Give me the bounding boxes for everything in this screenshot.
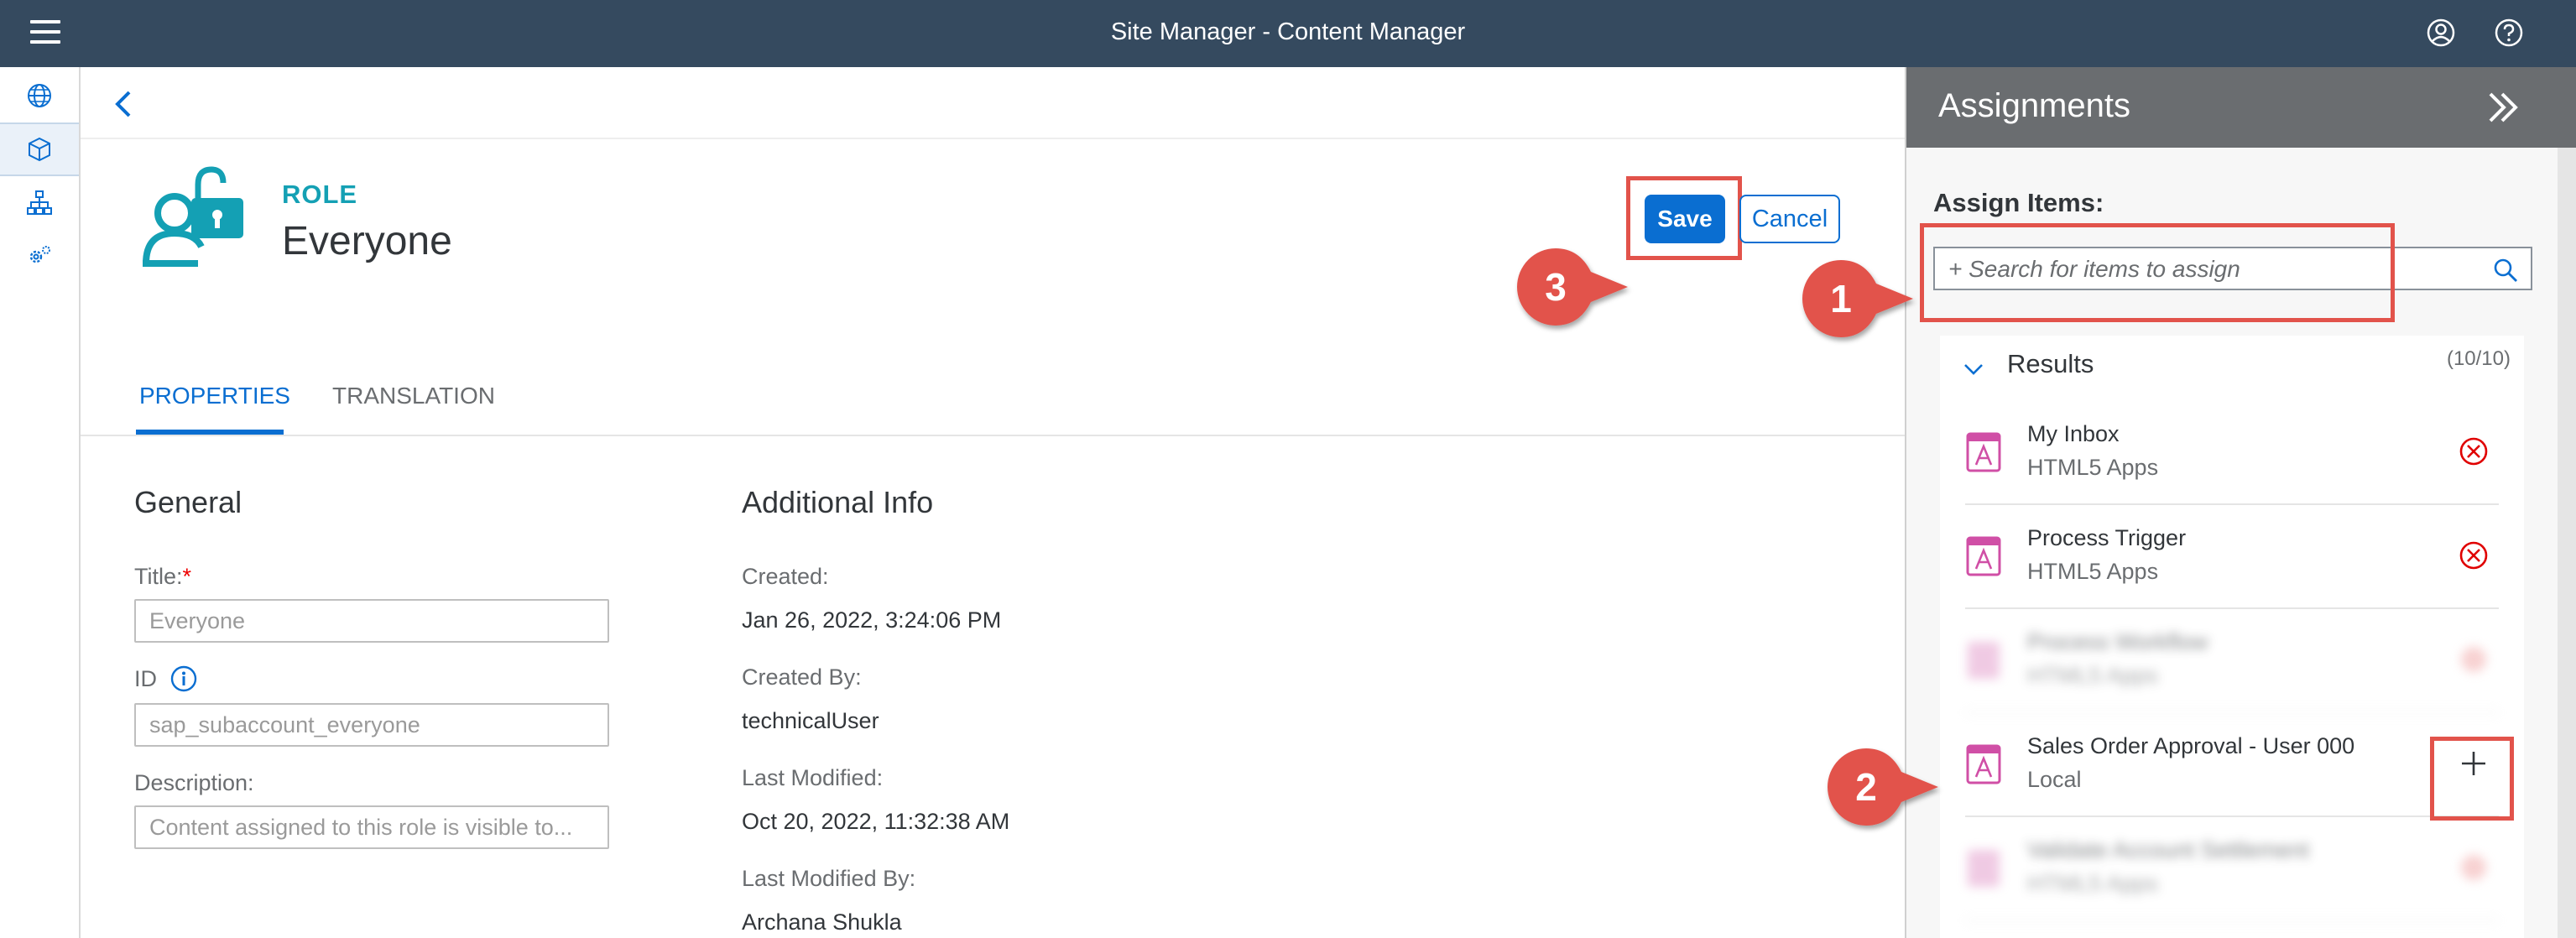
created-label: Created: [742,564,829,589]
html5-app-icon [1965,639,2002,681]
last-modified-by-value: Archana Shukla [742,909,902,935]
add-highlight-box [2430,737,2514,821]
nav-settings-gear-icon[interactable] [0,230,79,284]
additional-info-title: Additional Info [742,485,934,519]
item-subtitle: HTML5 Apps [2027,871,2159,896]
properties-content: General Title:* Everyone ID sap_subaccou… [81,436,1905,938]
tab-properties[interactable]: PROPERTIES [139,383,290,409]
html5-app-icon [1965,847,2002,889]
assign-items-label: Assign Items: [1933,188,2104,217]
tab-translation[interactable]: TRANSLATION [332,383,495,409]
results-title: Results [2007,349,2094,378]
created-by-label: Created By: [742,664,862,690]
html5-app-icon [1965,535,2002,577]
callout-number: 1 [1830,277,1852,320]
nav-sites-globe-icon[interactable] [0,69,79,122]
list-item[interactable]: Validate Account Settlement HTML5 Apps [1965,819,2499,921]
required-marker: * [182,564,192,589]
item-title: Sales Order Approval - User 000 [2027,733,2355,758]
collapse-panel-icon[interactable] [2485,89,2522,126]
remove-icon[interactable] [2457,539,2490,572]
html5-app-icon [1965,431,2002,473]
remove-icon[interactable] [2457,643,2490,676]
html5-app-icon [1965,743,2002,785]
item-title: My Inbox [2027,421,2120,446]
description-input[interactable]: Content assigned to this role is visible… [134,805,609,849]
back-icon[interactable] [111,87,138,121]
assignments-panel: Assignments Assign Items: Results (10/10… [1905,67,2576,938]
chevron-down-icon[interactable] [1962,357,1985,381]
save-button[interactable]: Save [1645,195,1725,243]
created-by-value: technicalUser [742,708,879,733]
id-field-label: ID [134,666,157,691]
last-modified-by-label: Last Modified By: [742,866,916,891]
last-modified-label: Last Modified: [742,765,884,790]
last-modified-value: Oct 20, 2022, 11:32:38 AM [742,809,1010,834]
app-title: Site Manager - Content Manager [1110,18,1466,45]
user-icon[interactable] [2425,17,2457,49]
item-title: Validate Account Settlement [2027,837,2309,862]
help-icon[interactable] [2493,17,2525,49]
title-field-label: Title:* [134,564,191,590]
item-subtitle: Local [2027,767,2082,792]
panel-scrollbar[interactable] [2558,148,2576,938]
callout-1: 1 [1799,257,1916,341]
list-item[interactable]: Process Trigger HTML5 Apps [1965,507,2499,609]
page-title: Everyone [282,219,452,263]
results-list: Results (10/10) My Inbox HTML5 Apps Proc… [1940,336,2524,938]
nav-hierarchy-icon[interactable] [0,176,79,230]
created-value: Jan 26, 2022, 3:24:06 PM [742,607,1002,633]
remove-icon[interactable] [2457,435,2490,468]
assignments-title: Assignments [1938,87,2130,124]
callout-number: 2 [1855,765,1877,809]
object-type-label: ROLE [282,180,358,209]
item-subtitle: HTML5 Apps [2027,559,2159,584]
search-highlight-box [1920,223,2395,322]
item-subtitle: HTML5 Apps [2027,455,2159,480]
callout-number: 3 [1545,265,1567,309]
callout-3: 3 [1514,245,1631,329]
nav-content-cube-icon[interactable] [0,122,79,176]
item-title: Process Trigger [2027,525,2187,550]
list-item[interactable]: My Inbox HTML5 Apps [1965,403,2499,505]
main-content: ROLE Everyone Save Cancel 3 PROPERTIES T… [81,67,1905,938]
info-icon[interactable] [169,664,198,693]
general-section-title: General [134,485,242,519]
toolbar [81,67,1905,139]
title-input[interactable]: Everyone [134,599,609,643]
results-count: (10/10) [2446,347,2511,370]
role-unlocked-user-icon [139,164,245,268]
id-input[interactable]: sap_subaccount_everyone [134,703,609,747]
side-navigation [0,67,81,938]
search-icon[interactable] [2492,257,2519,284]
callout-2: 2 [1824,745,1942,829]
remove-icon[interactable] [2457,851,2490,884]
list-item[interactable]: Process Workflow HTML5 Apps [1965,611,2499,713]
description-field-label: Description: [134,770,254,795]
title-label-text: Title: [134,564,183,589]
shell-bar: Site Manager - Content Manager [0,0,2576,67]
item-subtitle: HTML5 Apps [2027,663,2159,688]
assignments-header: Assignments [1906,67,2576,148]
list-item[interactable]: Sales Order Approval - User 000 Local [1965,715,2499,817]
cancel-button[interactable]: Cancel [1739,195,1840,243]
results-header[interactable]: Results (10/10) [1940,336,2524,399]
item-title: Process Workflow [2027,629,2208,654]
